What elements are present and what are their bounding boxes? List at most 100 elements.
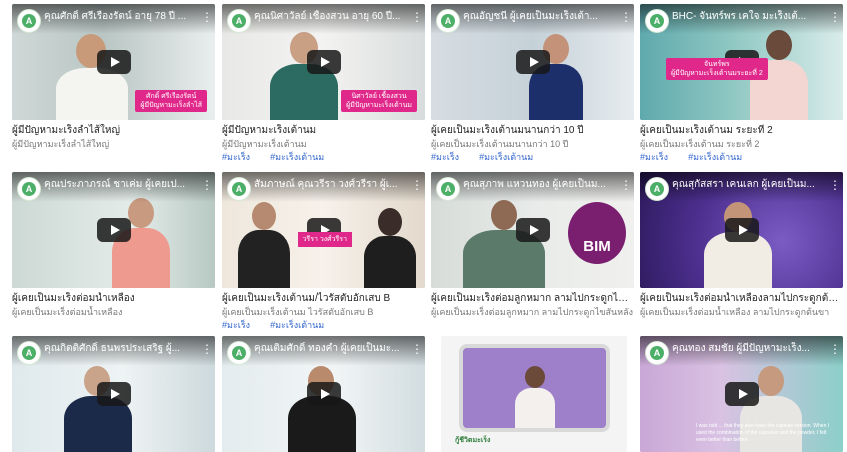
hashtag-row: #มะเร็ง #มะเร็งเต้านม — [640, 151, 843, 164]
play-button-icon[interactable] — [515, 50, 550, 74]
channel-logo[interactable]: A — [17, 177, 41, 201]
video-caption[interactable]: ผู้เคยเป็นมะเร็งเต้านม/ไวรัสตับอักเสบ B — [222, 292, 425, 306]
more-options-icon[interactable]: ⋮ — [620, 10, 632, 26]
video-thumbnail[interactable]: A คุณอัญชนี ผู้เคยเป็นมะเร็งเต้า... ⋮ — [431, 4, 634, 120]
more-options-icon[interactable]: ⋮ — [411, 178, 423, 194]
more-options-icon[interactable]: ⋮ — [201, 342, 213, 358]
video-card[interactable]: กู้ชีวิตมะเร็ง — [441, 336, 627, 452]
video-title[interactable]: คุณกิตติศักดิ์ ธนพรประเสริฐ ผู้... — [44, 342, 197, 356]
video-title[interactable]: คุณสุกัสสรา เคนเลก ผู้เคยเป็นม... — [672, 178, 825, 192]
video-card[interactable]: A คุณอัญชนี ผู้เคยเป็นมะเร็งเต้า... ⋮ ผู… — [431, 4, 634, 164]
channel-logo[interactable]: A — [227, 341, 251, 365]
video-thumbnail[interactable]: A คุณประภาภรณ์ ชาเค่ม ผู้เคยเป... ⋮ — [12, 172, 215, 288]
name-tag: ศักดิ์ ศรีเรืองรัตน์ ผู้มีปัญหามะเร็งลำไ… — [135, 90, 207, 112]
video-thumbnail[interactable]: A สัมภาษณ์ คุณวรีรา วงศ์วรีรา ผู้เ... ⋮ … — [222, 172, 425, 288]
video-caption[interactable]: ผู้เคยเป็นมะเร็งต่อมน้ำเหลืองลามไปกระดูก… — [640, 292, 843, 306]
video-description: ผู้มีปัญหามะเร็งลำไส้ใหญ่ — [12, 139, 110, 149]
video-subtitle: I was told ... that they also have the c… — [696, 423, 830, 443]
video-card[interactable]: A สัมภาษณ์ คุณวรีรา วงศ์วรีรา ผู้เ... ⋮ … — [222, 172, 425, 332]
video-thumbnail[interactable]: A คุณทอง สมชัย ผู้มีปัญหามะเร็ง... ⋮ I w… — [640, 336, 843, 452]
play-button-icon[interactable] — [306, 382, 341, 406]
video-title[interactable]: คุณทอง สมชัย ผู้มีปัญหามะเร็ง... — [672, 342, 825, 356]
hashtag-row: #มะเร็ง #มะเร็งเต้านม — [222, 151, 425, 164]
video-title[interactable]: สัมภาษณ์ คุณวรีรา วงศ์วรีรา ผู้เ... — [254, 178, 407, 192]
video-title[interactable]: BHC- จันทร์พร เคใจ มะเร็งเต้... — [672, 10, 825, 24]
video-thumbnail[interactable]: A คุณสุกัสสรา เคนเลก ผู้เคยเป็นม... ⋮ — [640, 172, 843, 288]
hashtag-link[interactable]: #มะเร็ง — [222, 320, 250, 330]
video-description: ผู้เคยเป็นมะเร็งเต้านมนานกว่า 10 ปี — [431, 139, 569, 149]
video-title[interactable]: คุณประภาภรณ์ ชาเค่ม ผู้เคยเป... — [44, 178, 197, 192]
more-options-icon[interactable]: ⋮ — [829, 178, 841, 194]
brand-logo: BIM — [568, 202, 626, 264]
hashtag-row: #มะเร็ง #มะเร็งเต้านม — [431, 151, 634, 164]
channel-logo[interactable]: A — [227, 177, 251, 201]
video-card[interactable]: BIM A คุณสุภาพ แหวนทอง ผู้เคยเป็นม... ⋮ … — [431, 172, 634, 319]
play-button-icon[interactable] — [724, 218, 759, 242]
hashtag-link[interactable]: #มะเร็งเต้านม — [479, 152, 533, 162]
video-caption[interactable]: ผู้เคยเป็นมะเร็งต่อมน้ำเหลือง — [12, 292, 215, 306]
hashtag-link[interactable]: #มะเร็งเต้านม — [270, 320, 324, 330]
video-thumbnail[interactable]: กู้ชีวิตมะเร็ง — [441, 336, 627, 452]
video-description: ผู้มีปัญหามะเร็งเต้านม — [222, 139, 307, 149]
channel-logo[interactable]: A — [645, 177, 669, 201]
channel-logo[interactable]: A — [17, 341, 41, 365]
video-caption[interactable]: ผู้มีปัญหามะเร็งเต้านม — [222, 124, 425, 138]
video-caption[interactable]: ผู้เคยเป็นมะเร็งต่อมลูกหมาก ลามไปกระดูกไ… — [431, 292, 634, 306]
video-card[interactable]: A คุณประภาภรณ์ ชาเค่ม ผู้เคยเป... ⋮ ผู้เ… — [12, 172, 215, 319]
video-thumbnail[interactable]: BIM A คุณสุภาพ แหวนทอง ผู้เคยเป็นม... ⋮ — [431, 172, 634, 288]
hashtag-link[interactable]: #มะเร็งเต้านม — [688, 152, 742, 162]
more-options-icon[interactable]: ⋮ — [829, 342, 841, 358]
video-title[interactable]: คุณนิศาวัลย์ เชื้องสวน อายุ 60 ปี... — [254, 10, 407, 24]
video-description: ผู้เคยเป็นมะเร็งต่อมน้ำเหลือง ลามไปกระดู… — [640, 307, 830, 317]
channel-logo[interactable]: A — [645, 9, 669, 33]
name-tag: วรีรา วงศ์วรีรา — [297, 232, 352, 248]
channel-logo[interactable]: A — [17, 9, 41, 33]
video-card[interactable]: A คุณกิตติศักดิ์ ธนพรประเสริฐ ผู้... ⋮ — [12, 336, 215, 452]
more-options-icon[interactable]: ⋮ — [620, 178, 632, 194]
play-button-icon[interactable] — [724, 382, 759, 406]
video-thumbnail[interactable]: A BHC- จันทร์พร เคใจ มะเร็งเต้... ⋮ จันท… — [640, 4, 843, 120]
channel-logo[interactable]: A — [645, 341, 669, 365]
video-thumbnail[interactable]: A คุณนิศาวัลย์ เชื้องสวน อายุ 60 ปี... ⋮… — [222, 4, 425, 120]
video-description: ผู้เคยเป็นมะเร็งต่อมน้ำเหลือง — [12, 307, 123, 317]
video-card[interactable]: A คุณศักดิ์ ศรีเรืองรัตน์ อายุ 78 ปี ...… — [12, 4, 215, 151]
more-options-icon[interactable]: ⋮ — [829, 10, 841, 26]
video-card[interactable]: A คุณเติมศักดิ์ ทองคำ ผู้เคยเป็นมะ... ⋮ — [222, 336, 425, 452]
channel-logo[interactable]: A — [436, 177, 460, 201]
video-title[interactable]: คุณอัญชนี ผู้เคยเป็นมะเร็งเต้า... — [463, 10, 616, 24]
hashtag-link[interactable]: #มะเร็ง — [431, 152, 459, 162]
video-thumbnail[interactable]: A คุณกิตติศักดิ์ ธนพรประเสริฐ ผู้... ⋮ — [12, 336, 215, 452]
video-grid: A คุณศักดิ์ ศรีเรืองรัตน์ อายุ 78 ปี ...… — [0, 0, 847, 452]
video-card[interactable]: A คุณทอง สมชัย ผู้มีปัญหามะเร็ง... ⋮ I w… — [640, 336, 843, 452]
hashtag-link[interactable]: #มะเร็งเต้านม — [270, 152, 324, 162]
video-caption[interactable]: ผู้เคยเป็นมะเร็งเต้านมนานกว่า 10 ปี — [431, 124, 634, 138]
name-tag: นิศาวัลย์ เชื้องสวน ผู้มีปัญหามะเร็งเต้า… — [341, 90, 417, 112]
video-card[interactable]: A BHC- จันทร์พร เคใจ มะเร็งเต้... ⋮ จันท… — [640, 4, 843, 164]
more-options-icon[interactable]: ⋮ — [201, 10, 213, 26]
video-description: ผู้เคยเป็นมะเร็งต่อมลูกหมาก ลามไปกระดูกไ… — [431, 307, 633, 317]
video-thumbnail[interactable]: A คุณศักดิ์ ศรีเรืองรัตน์ อายุ 78 ปี ...… — [12, 4, 215, 120]
video-description: ผู้เคยเป็นมะเร็งเต้านม ระยะที่ 2 — [640, 139, 760, 149]
play-button-icon[interactable] — [306, 50, 341, 74]
video-card[interactable]: A คุณสุกัสสรา เคนเลก ผู้เคยเป็นม... ⋮ ผู… — [640, 172, 843, 319]
play-button-icon[interactable] — [96, 382, 131, 406]
play-button-icon[interactable] — [96, 50, 131, 74]
tv-frame — [463, 348, 606, 428]
play-button-icon[interactable] — [96, 218, 131, 242]
more-options-icon[interactable]: ⋮ — [411, 10, 423, 26]
more-options-icon[interactable]: ⋮ — [201, 178, 213, 194]
video-caption[interactable]: ผู้มีปัญหามะเร็งลำไส้ใหญ่ — [12, 124, 215, 138]
hashtag-link[interactable]: #มะเร็ง — [640, 152, 668, 162]
video-title[interactable]: คุณเติมศักดิ์ ทองคำ ผู้เคยเป็นมะ... — [254, 342, 407, 356]
video-thumbnail[interactable]: A คุณเติมศักดิ์ ทองคำ ผู้เคยเป็นมะ... ⋮ — [222, 336, 425, 452]
hashtag-link[interactable]: #มะเร็ง — [222, 152, 250, 162]
play-button-icon[interactable] — [515, 218, 550, 242]
video-title[interactable]: คุณศักดิ์ ศรีเรืองรัตน์ อายุ 78 ปี ... — [44, 10, 197, 24]
channel-logo[interactable]: A — [436, 9, 460, 33]
channel-logo[interactable]: A — [227, 9, 251, 33]
video-title[interactable]: คุณสุภาพ แหวนทอง ผู้เคยเป็นม... — [463, 178, 616, 192]
hashtag-row: #มะเร็ง #มะเร็งเต้านม — [222, 319, 425, 332]
video-caption[interactable]: ผู้เคยเป็นมะเร็งเต้านม ระยะที่ 2 — [640, 124, 843, 138]
more-options-icon[interactable]: ⋮ — [411, 342, 423, 358]
video-card[interactable]: A คุณนิศาวัลย์ เชื้องสวน อายุ 60 ปี... ⋮… — [222, 4, 425, 164]
